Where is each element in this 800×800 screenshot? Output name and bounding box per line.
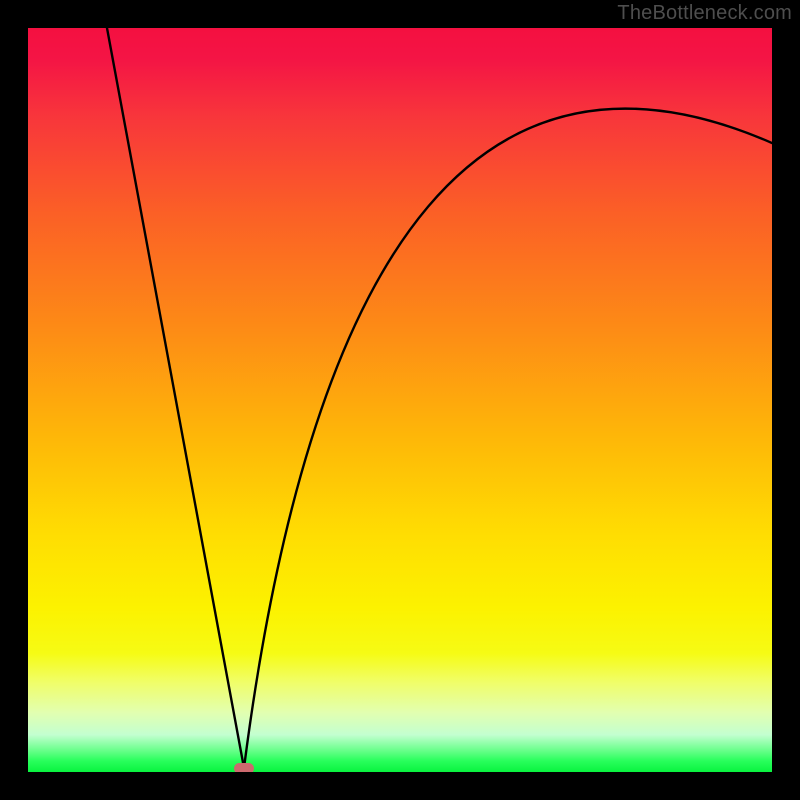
bottleneck-curve — [28, 28, 772, 772]
optimum-marker — [234, 763, 254, 773]
plot-area — [28, 28, 772, 772]
watermark-text: TheBottleneck.com — [617, 2, 792, 25]
chart-frame: TheBottleneck.com — [0, 0, 800, 800]
